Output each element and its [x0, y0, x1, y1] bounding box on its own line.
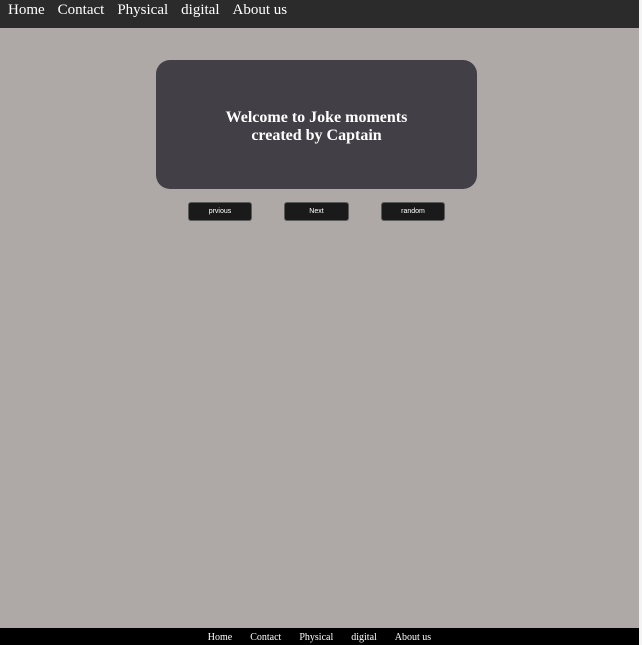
welcome-line-1: Welcome to Joke moments	[225, 108, 408, 126]
random-button[interactable]: random	[381, 202, 445, 221]
top-nav-physical-link[interactable]: Physical	[117, 2, 168, 18]
top-nav-digital-link[interactable]: digital	[181, 2, 219, 18]
footer-digital-link[interactable]: digital	[351, 632, 377, 643]
previous-button[interactable]: prvious	[188, 202, 252, 221]
top-nav: Home Contact Physical digital About us	[0, 0, 639, 28]
next-button[interactable]: Next	[284, 202, 349, 221]
page-frame: Home Contact Physical digital About us W…	[0, 0, 642, 645]
footer-nav: Home Contact Physical digital About us	[0, 628, 639, 645]
top-nav-home-link[interactable]: Home	[8, 2, 45, 18]
welcome-heading: Welcome to Joke moments created by Capta…	[207, 109, 427, 145]
footer-home-link[interactable]: Home	[208, 632, 232, 643]
top-nav-about-link[interactable]: About us	[233, 2, 288, 18]
footer-physical-link[interactable]: Physical	[299, 632, 333, 643]
welcome-card: Welcome to Joke moments created by Capta…	[156, 60, 477, 189]
footer-contact-link[interactable]: Contact	[250, 632, 281, 643]
top-nav-contact-link[interactable]: Contact	[58, 2, 105, 18]
footer-about-link[interactable]: About us	[395, 632, 431, 643]
welcome-line-2: created by Captain	[251, 126, 382, 144]
